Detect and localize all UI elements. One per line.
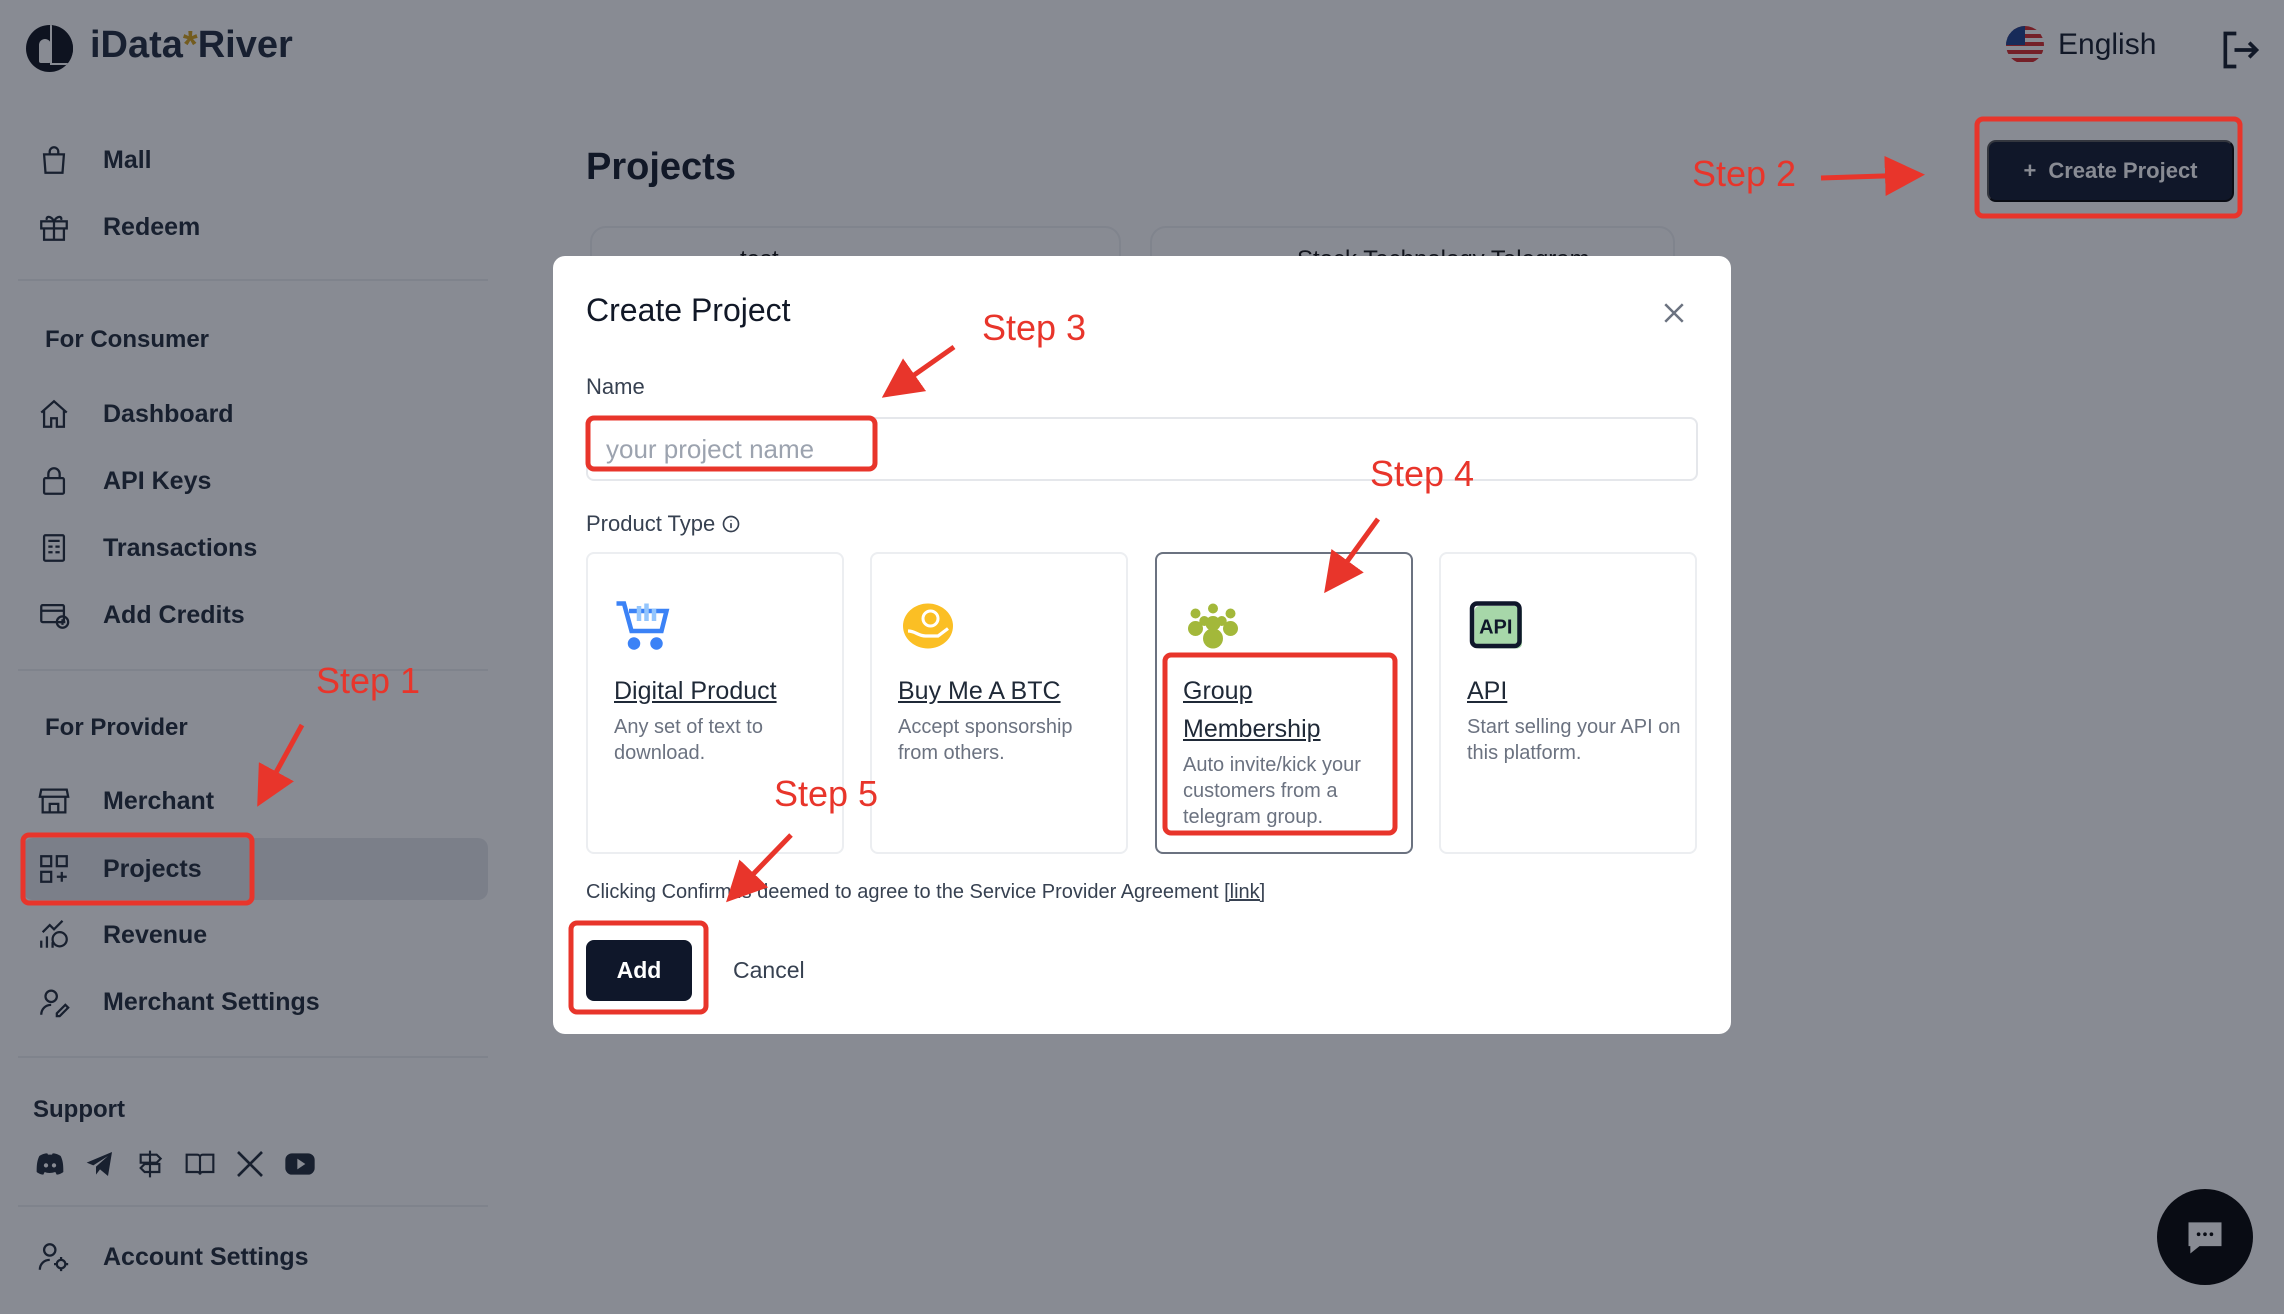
- agreement-link[interactable]: [link]: [1224, 881, 1265, 903]
- group-icon: [1188, 603, 1238, 649]
- step-1-label: Step 1: [316, 660, 421, 701]
- svg-text:API: API: [1479, 617, 1512, 639]
- product-type-api[interactable]: API API Start selling your API on this p…: [1439, 552, 1697, 854]
- shopping-cart-icon: [616, 601, 670, 650]
- product-type-label: Product Type: [586, 511, 741, 537]
- step-5-label: Step 5: [774, 773, 879, 814]
- step-4-label: Step 4: [1370, 453, 1475, 494]
- agreement-notice: Clicking Confirm is deemed to agree to t…: [586, 881, 1266, 903]
- product-type-buy-me-a-btc[interactable]: Buy Me A BTC Accept sponsorship from oth…: [870, 552, 1128, 854]
- dialog-title: Create Project: [586, 292, 791, 328]
- project-name-input[interactable]: [586, 417, 1698, 481]
- coin-hand-icon: [903, 603, 953, 649]
- create-project-dialog: Create Project Name Product Type Digital…: [553, 256, 1731, 1034]
- name-label: Name: [586, 374, 645, 399]
- step-2-label: Step 2: [1692, 153, 1797, 194]
- step-3-label: Step 3: [982, 307, 1087, 348]
- cancel-button[interactable]: Cancel: [733, 940, 805, 1001]
- product-type-group-membership[interactable]: Group Membership Auto invite/kick your c…: [1155, 552, 1413, 854]
- info-icon[interactable]: [721, 514, 741, 534]
- add-button[interactable]: Add: [586, 940, 692, 1001]
- close-icon[interactable]: [1659, 298, 1689, 328]
- api-icon: API: [1469, 601, 1522, 649]
